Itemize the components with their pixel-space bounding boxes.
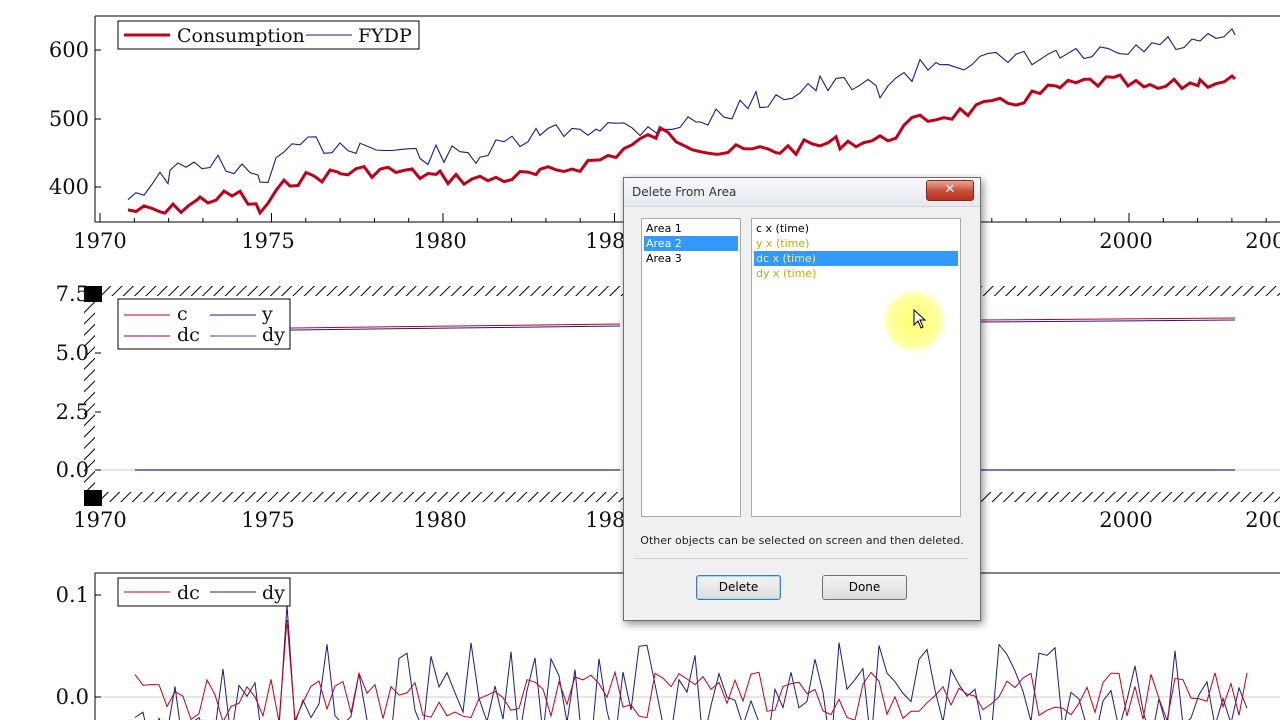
x-tick-label: 1975	[241, 229, 294, 253]
area-list-item-1[interactable]: Area 1	[644, 221, 738, 236]
dialog-titlebar[interactable]: Delete From Area ✕	[624, 178, 980, 207]
dialog-separator	[634, 558, 968, 559]
info-text: Other objects can be selected on screen …	[640, 534, 964, 547]
legend-y: y	[261, 303, 273, 325]
object-list-item-c[interactable]: c x (time)	[754, 221, 958, 236]
done-button[interactable]: Done	[822, 575, 907, 600]
object-list[interactable]: c x (time) y x (time) dc x (time) dy x (…	[751, 218, 961, 517]
legend-dc-bottom: dc	[177, 582, 200, 604]
area-list[interactable]: Area 1 Area 2 Area 3	[641, 218, 741, 517]
y-tick-label: 5.0	[56, 341, 89, 365]
legend-dy-bottom: dy	[262, 582, 285, 604]
mouse-cursor-icon	[913, 309, 927, 329]
bottom-chart-legend: dc dy	[117, 577, 291, 607]
object-list-item-dc[interactable]: dc x (time)	[754, 251, 958, 266]
y-tick-label: 500	[49, 107, 89, 131]
legend-c: c	[177, 303, 188, 325]
y-tick-label: 0.1	[56, 583, 89, 607]
dialog-title: Delete From Area	[632, 185, 737, 199]
x-tick-label: 2000	[1099, 229, 1152, 253]
top-chart-legend: Consumption FYDP	[117, 20, 420, 50]
x-tick-label: 2005	[1245, 508, 1280, 532]
x-tick-label: 2005	[1245, 229, 1280, 253]
dy-series-line	[134, 604, 1248, 720]
x-tick-label: 1980	[413, 508, 466, 532]
fydp-series-line	[127, 27, 1236, 201]
x-tick-label: 1970	[73, 229, 126, 253]
y-tick-label: 600	[49, 38, 89, 62]
y-tick-label: 7.5	[56, 282, 89, 306]
y-tick-label: 400	[49, 175, 89, 199]
x-tick-label: 2000	[1099, 508, 1152, 532]
y-tick-label: 2.5	[56, 400, 89, 424]
close-icon: ✕	[944, 182, 956, 197]
x-tick-label: 1970	[73, 508, 126, 532]
x-tick-label: 1980	[413, 229, 466, 253]
legend-fydp: FYDP	[358, 25, 412, 47]
middle-chart-legend: c y dc dy	[117, 298, 291, 350]
legend-consumption: Consumption	[177, 25, 305, 47]
area-list-item-3[interactable]: Area 3	[644, 251, 738, 266]
y-tick-label: 0.0	[56, 458, 89, 482]
y-tick-label: 0.0	[56, 685, 89, 709]
area-list-item-2[interactable]: Area 2	[644, 236, 738, 251]
x-tick-label: 1975	[241, 508, 294, 532]
legend-dc: dc	[177, 324, 200, 346]
selection-handle-bottom-left[interactable]	[84, 490, 102, 506]
delete-button[interactable]: Delete	[696, 575, 781, 600]
object-list-item-y[interactable]: y x (time)	[754, 236, 958, 251]
delete-from-area-dialog: Delete From Area ✕ Area 1 Area 2 Area 3 …	[623, 177, 981, 621]
cursor-highlight	[882, 289, 946, 353]
close-button[interactable]: ✕	[926, 180, 974, 201]
legend-dy: dy	[262, 324, 285, 346]
object-list-item-dy[interactable]: dy x (time)	[754, 266, 958, 281]
